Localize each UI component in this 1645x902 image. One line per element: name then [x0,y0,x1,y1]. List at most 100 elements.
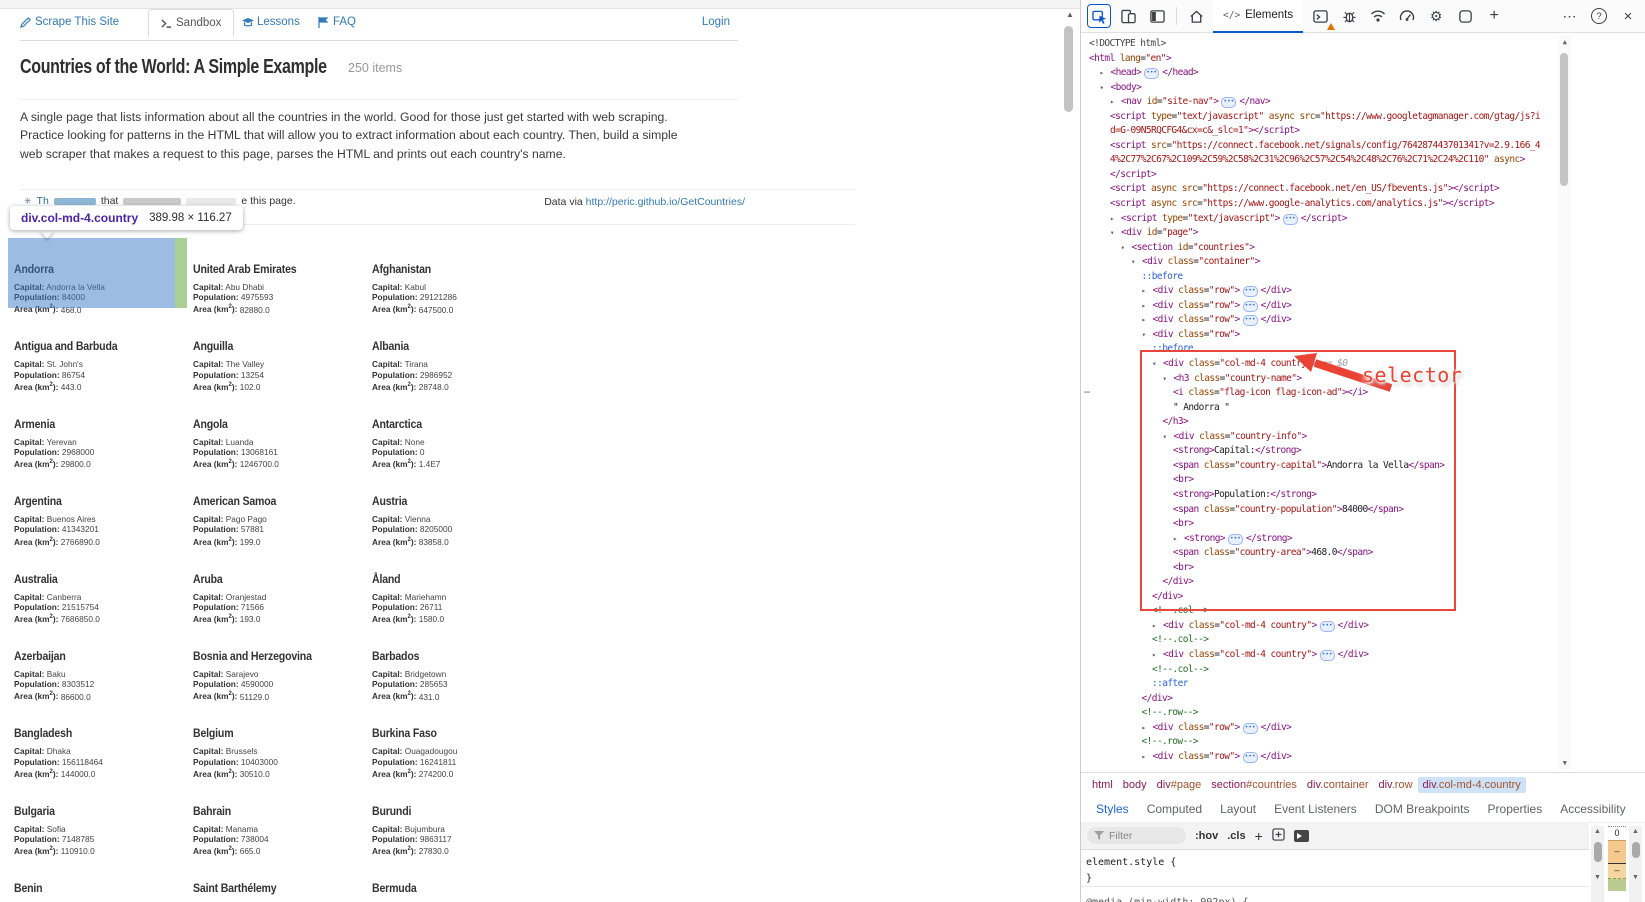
page-scrollbar-up-arrow[interactable]: ▲ [1064,10,1076,20]
gear-icon[interactable]: ⚙ [1424,4,1448,28]
nav-item-faq[interactable]: FAQ [318,16,356,28]
country-card: BermudaCapital: [366,869,545,902]
country-name: Bermuda [372,881,417,895]
expand-node-pill[interactable]: ••• [1243,301,1258,312]
panel-layout-icon[interactable] [1145,4,1169,28]
home-icon[interactable] [1184,4,1208,28]
device-emulation-icon[interactable] [1116,4,1140,28]
breadcrumb-html[interactable]: html [1087,777,1118,793]
collapsed-arrow-icon[interactable]: ▸ [1100,66,1111,81]
expand-node-pill[interactable]: ••• [1243,286,1258,297]
collapsed-arrow-icon[interactable]: ▸ [1142,313,1153,328]
console-warning-icon[interactable] [1308,4,1332,28]
country-info: Capital: St. John'sPopulation: 86754Area… [14,359,85,392]
outer-scrollbar[interactable]: ▲▼ [1629,826,1642,902]
country-name: Afghanistan [372,262,431,276]
screenshot-root: Scrape This SiteSandboxLessonsFAQ Login … [0,0,1645,902]
breadcrumb-div.col-md-4.country[interactable]: div.col-md-4.country [1418,777,1526,793]
login-link[interactable]: Login [702,16,730,28]
expand-node-pill[interactable]: ••• [1221,97,1236,108]
toggle-hover-state-button[interactable]: :hov [1195,830,1218,842]
country-info: Capital: CanberraPopulation: 21515754Are… [14,592,100,625]
expand-node-pill[interactable]: ••• [1228,534,1243,545]
tab-elements[interactable]: </> Elements [1213,0,1303,33]
dom-tree-scrollbar[interactable]: ▲ ▼ [1558,36,1571,769]
element-dimensions: 389.98 × 116.27 [149,212,232,224]
expanded-arrow-icon[interactable]: ▾ [1152,357,1163,372]
bug-icon[interactable] [1337,4,1361,28]
expand-node-pill[interactable]: ••• [1243,752,1258,763]
tab-layout[interactable]: Layout [1211,797,1265,821]
scroll-down-arrow[interactable]: ▼ [1558,759,1571,767]
collapsed-arrow-icon[interactable]: ▸ [1152,648,1163,663]
country-name: Åland [372,572,400,586]
highlight-padding-area [175,238,187,308]
country-name: Burundi [372,804,411,818]
performance-gauge-icon[interactable] [1395,4,1419,28]
collapsed-arrow-icon[interactable]: ▸ [1142,721,1153,736]
inspect-icon[interactable] [1087,4,1111,28]
expand-node-pill[interactable]: ••• [1320,621,1335,632]
computed-sidebar-toggle-icon[interactable] [1294,830,1309,842]
breadcrumb-section#countries[interactable]: section#countries [1206,777,1302,793]
expanded-arrow-icon[interactable]: ▾ [1110,226,1121,241]
application-box-icon[interactable] [1453,4,1477,28]
country-info: Capital: LuandaPopulation: 13068161Area … [193,437,279,470]
tab-styles[interactable]: Styles [1087,797,1138,821]
country-name: Saint Barthélemy [193,881,276,895]
country-info: Capital: Pago PagoPopulation: 57881Area … [193,514,267,547]
styles-scrollbar[interactable]: ▲▼ [1591,826,1604,902]
tab-properties[interactable]: Properties [1479,797,1552,821]
country-name: Australia [14,572,58,586]
nav-item-sandbox[interactable]: Sandbox [148,9,234,37]
breadcrumb-div.container[interactable]: div.container [1302,777,1374,793]
network-wifi-icon[interactable] [1366,4,1390,28]
expand-node-pill[interactable]: ••• [1283,214,1298,225]
tab-accessibility[interactable]: Accessibility [1551,797,1634,821]
tab-event-listeners[interactable]: Event Listeners [1265,797,1366,821]
expanded-arrow-icon[interactable]: ▾ [1163,372,1174,387]
expanded-arrow-icon[interactable]: ▾ [1163,430,1174,445]
tab-computed[interactable]: Computed [1138,797,1211,821]
collapsed-arrow-icon[interactable]: ▸ [1142,299,1153,314]
country-info: Capital: The ValleyPopulation: 13254Area… [193,359,264,392]
expanded-arrow-icon[interactable]: ▾ [1142,328,1153,343]
more-dots-icon[interactable]: ⋯ [1558,4,1582,28]
country-info: Capital: SarajevoPopulation: 4590000Area… [193,669,273,702]
scrollbar-thumb[interactable] [1560,53,1568,186]
new-style-rule-button[interactable]: + [1255,828,1263,844]
expanded-arrow-icon[interactable]: ▾ [1131,255,1142,270]
breadcrumb-div#page[interactable]: div#page [1152,777,1207,793]
help-icon[interactable]: ? [1587,4,1611,28]
rendering-emulation-icon[interactable] [1272,828,1285,844]
nav-divider [20,40,738,41]
toggle-class-button[interactable]: .cls [1227,830,1245,842]
collapsed-arrow-icon[interactable]: ▸ [1152,619,1163,634]
collapsed-arrow-icon[interactable]: ▸ [1110,95,1121,110]
country-info: Capital: Abu DhabiPopulation: 4975593Are… [193,282,273,315]
close-icon[interactable]: × [1616,4,1640,28]
expand-node-pill[interactable]: ••• [1320,650,1335,661]
collapsed-arrow-icon[interactable]: ▸ [1173,532,1184,547]
tab-dom-breakpoints[interactable]: DOM Breakpoints [1366,797,1479,821]
plus-icon[interactable]: + [1482,4,1506,28]
expanded-arrow-icon[interactable]: ▾ [1100,81,1111,96]
nav-item-scrape-this-site[interactable]: Scrape This Site [20,16,119,28]
expand-node-pill[interactable]: ••• [1243,315,1258,326]
collapsed-arrow-icon[interactable]: ▸ [1110,212,1121,227]
data-source-link[interactable]: http://peric.github.io/GetCountries/ [586,196,745,208]
collapsed-arrow-icon[interactable]: ▸ [1142,284,1153,299]
obscured-link-text[interactable] [54,198,96,205]
node-gutter-dots[interactable]: … [1084,385,1090,396]
nav-item-lessons[interactable]: Lessons [242,16,300,28]
breadcrumb-body[interactable]: body [1118,777,1152,793]
expanded-arrow-icon[interactable]: ▾ [1121,241,1132,256]
filter-input[interactable]: Filter [1087,827,1186,844]
scroll-up-arrow[interactable]: ▲ [1558,38,1571,46]
page-scrollbar-thumb[interactable] [1064,26,1073,112]
element-style-rule[interactable]: element.style { } [1081,850,1589,887]
collapsed-arrow-icon[interactable]: ▸ [1142,750,1153,765]
expand-node-pill[interactable]: ••• [1144,68,1159,79]
expand-node-pill[interactable]: ••• [1243,723,1258,734]
breadcrumb-div.row[interactable]: div.row [1373,777,1417,793]
